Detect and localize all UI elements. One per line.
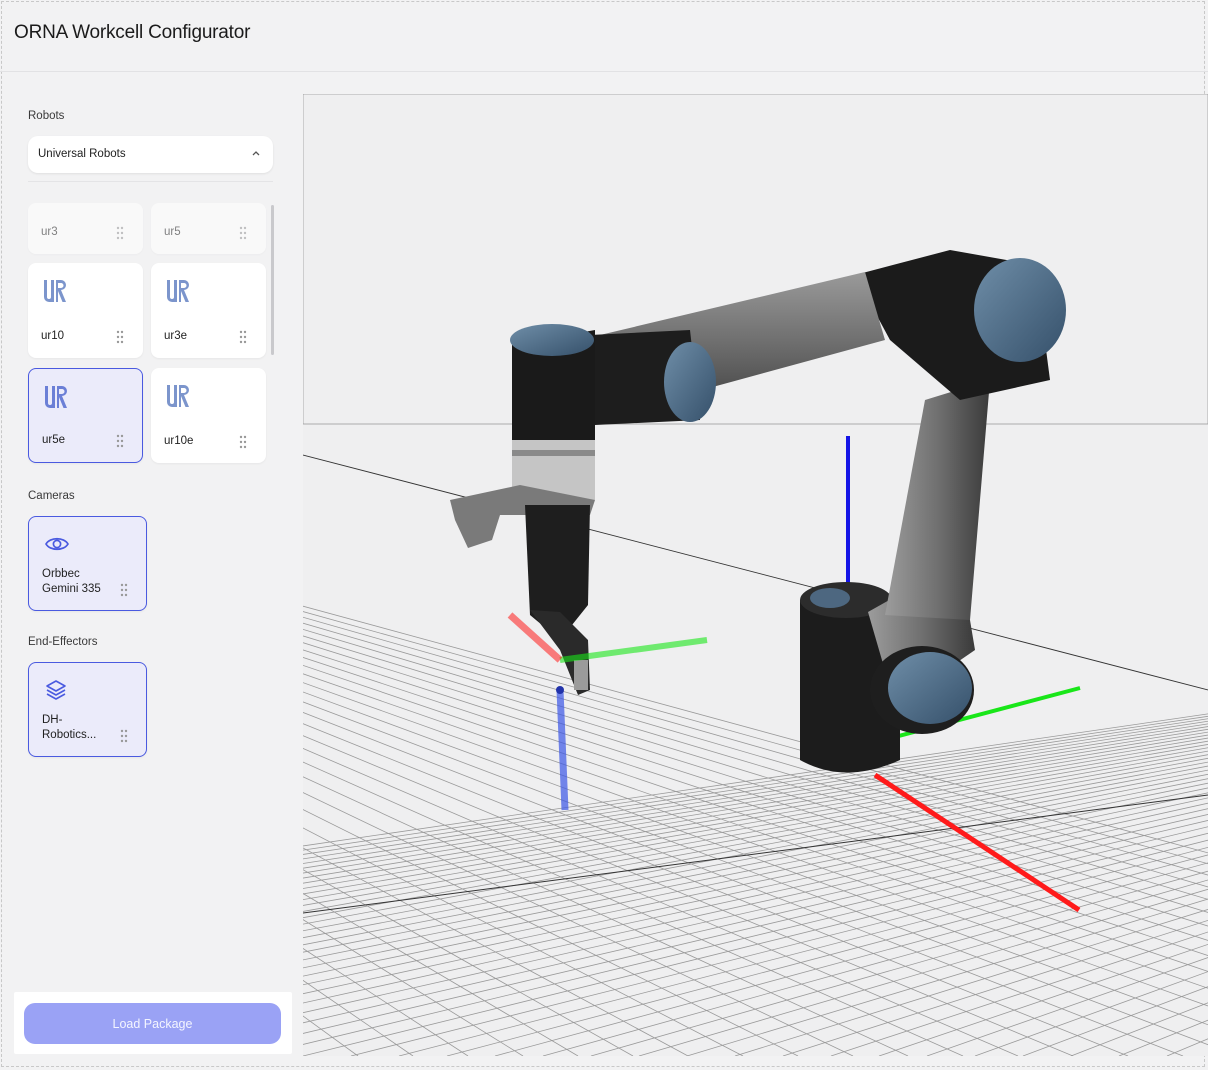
drag-handle-icon[interactable] (239, 435, 247, 449)
drag-handle-icon[interactable] (120, 729, 128, 743)
robots-section-label: Robots (28, 110, 65, 122)
grid-axis-line (303, 454, 1208, 691)
drag-handle-icon[interactable] (239, 330, 247, 344)
ur-logo-icon (45, 386, 67, 408)
load-package-container: Load Package (14, 992, 292, 1054)
drag-handle-icon[interactable] (116, 434, 124, 448)
camera-card-orbbec[interactable]: Orbbec Gemini 335 (28, 516, 147, 611)
cameras-section-label: Cameras (28, 490, 75, 502)
robot-card-label: ur3e (164, 330, 188, 342)
robot-card-ur5e[interactable]: ur5e (28, 368, 143, 463)
load-package-button[interactable]: Load Package (24, 1003, 281, 1044)
robot-card-ur3[interactable]: ur3 (28, 203, 143, 254)
robot-card-label: ur5e (42, 434, 66, 446)
layers-icon (46, 680, 66, 700)
ur-logo-icon (167, 385, 189, 407)
tool-z-axis (556, 689, 569, 811)
grid-axis-line (303, 794, 1208, 914)
scene-canvas[interactable] (303, 94, 1208, 1056)
divider (28, 181, 273, 182)
chevron-up-icon (252, 151, 260, 156)
camera-card-label-line2: Gemini 335 (42, 583, 101, 595)
robot-card-label: ur10 (41, 330, 65, 342)
robot-card-ur10[interactable]: ur10 (28, 263, 143, 358)
robot-brand-select-value: Universal Robots (38, 148, 126, 160)
robot-card-label: ur3 (41, 226, 58, 238)
drag-handle-icon[interactable] (120, 583, 128, 597)
robot-card-ur3e[interactable]: ur3e (151, 263, 266, 358)
camera-card-label-line1: Orbbec (42, 568, 80, 580)
robot-card-ur10e[interactable]: ur10e (151, 368, 266, 463)
robot-card-label: ur5 (164, 226, 181, 238)
end-effector-card-dh-robotics[interactable]: DH- Robotics... (28, 662, 147, 757)
floor-grid (303, 94, 1208, 1056)
end-effectors-section-label: End-Effectors (28, 636, 98, 648)
robot-card-label: ur10e (164, 435, 194, 447)
robots-scrollbar[interactable] (271, 205, 274, 355)
app-header: ORNA Workcell Configurator (0, 0, 1208, 72)
ur-logo-icon (167, 280, 189, 302)
drag-handle-icon[interactable] (116, 226, 124, 240)
drag-handle-icon[interactable] (116, 330, 124, 344)
eye-icon (45, 537, 69, 551)
robot-brand-select[interactable]: Universal Robots (28, 136, 273, 173)
robot-card-ur5[interactable]: ur5 (151, 203, 266, 254)
app-title: ORNA Workcell Configurator (14, 22, 251, 43)
ur-logo-icon (44, 280, 66, 302)
robot-arm-ur5e[interactable] (450, 250, 1066, 773)
drag-handle-icon[interactable] (239, 226, 247, 240)
3d-viewport[interactable] (303, 94, 1208, 1056)
end-effector-card-label-line2: Robotics... (42, 729, 97, 741)
tool-origin (556, 686, 564, 694)
end-effector-card-label-line1: DH- (42, 714, 63, 726)
